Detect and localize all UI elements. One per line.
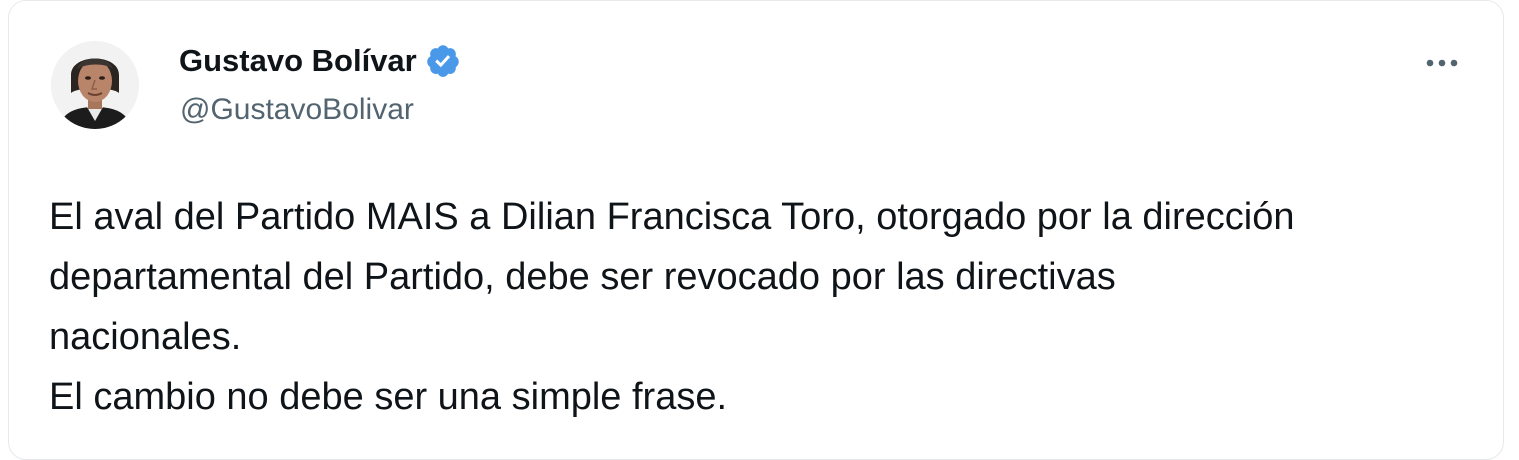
tweet-line: nacionales. (49, 316, 242, 358)
tweet-text: El aval del Partido MAIS a Dilian Franci… (49, 187, 1489, 427)
tweet-line: El cambio no debe ser una simple frase. (49, 376, 728, 418)
tweet-card[interactable]: Gustavo Bolívar @GustavoBolivar El aval … (8, 0, 1504, 460)
avatar[interactable] (51, 41, 139, 129)
author-display-name[interactable]: Gustavo Bolívar (179, 43, 417, 79)
tweet-line: departamental del Partido, debe ser revo… (49, 256, 1116, 298)
author-name-row: Gustavo Bolívar (179, 41, 461, 81)
more-options-icon (1426, 59, 1458, 67)
tweet-line: El aval del Partido MAIS a Dilian Franci… (49, 196, 1295, 238)
verified-badge-icon[interactable] (425, 43, 461, 79)
avatar-portrait-icon (51, 41, 139, 129)
author-handle[interactable]: @GustavoBolivar (180, 93, 414, 127)
more-options-button[interactable] (1417, 43, 1467, 83)
